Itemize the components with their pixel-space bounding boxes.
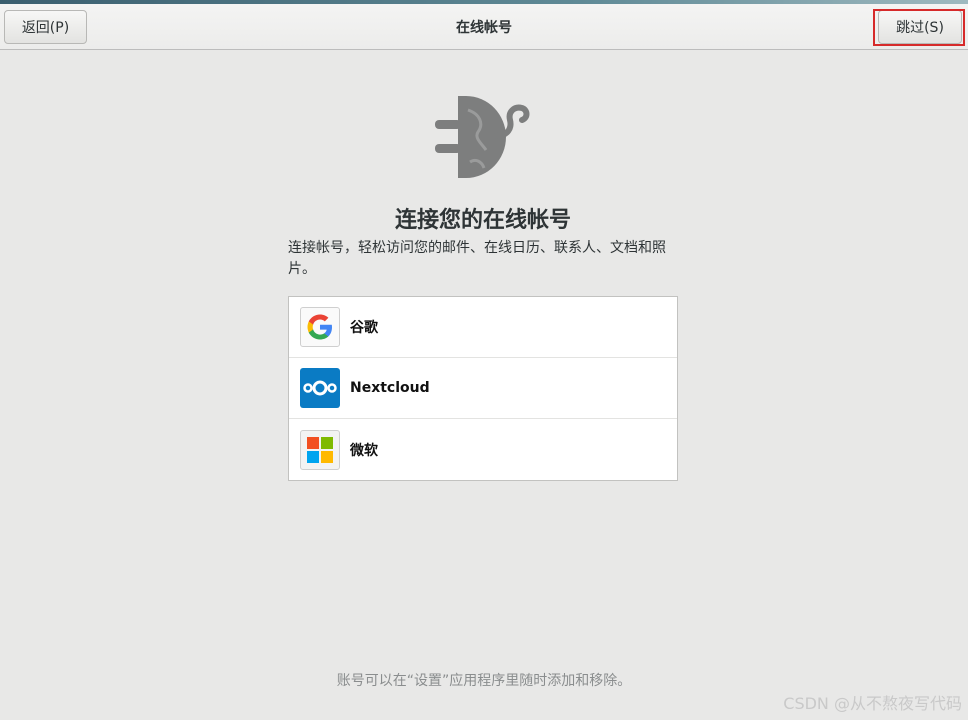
google-icon bbox=[300, 307, 340, 347]
section-description: 连接帐号，轻松访问您的邮件、在线日历、联系人、文档和照片。 bbox=[288, 240, 666, 277]
provider-nextcloud[interactable]: Nextcloud bbox=[289, 358, 677, 419]
provider-label: 谷歌 bbox=[350, 320, 378, 336]
watermark: CSDN @从不熬夜写代码 bbox=[783, 694, 962, 713]
online-accounts-plug-icon bbox=[432, 92, 532, 182]
skip-button[interactable]: 跳过(S) bbox=[878, 10, 962, 44]
microsoft-icon bbox=[300, 429, 340, 470]
provider-microsoft[interactable]: 微软 bbox=[289, 419, 677, 480]
back-button[interactable]: 返回(P) bbox=[4, 10, 87, 44]
provider-list: 谷歌 Nextcloud 微软 bbox=[288, 296, 678, 481]
footer-note: 账号可以在“设置”应用程序里随时添加和移除。 bbox=[336, 673, 632, 689]
provider-google[interactable]: 谷歌 bbox=[289, 297, 677, 358]
header-bar: 返回(P) 在线帐号 跳过(S) bbox=[0, 4, 968, 50]
provider-label: Nextcloud bbox=[350, 380, 430, 396]
page-title: 在线帐号 bbox=[456, 20, 512, 36]
section-heading: 连接您的在线帐号 bbox=[394, 208, 571, 233]
provider-label: 微软 bbox=[350, 442, 378, 459]
nextcloud-icon bbox=[300, 368, 340, 408]
